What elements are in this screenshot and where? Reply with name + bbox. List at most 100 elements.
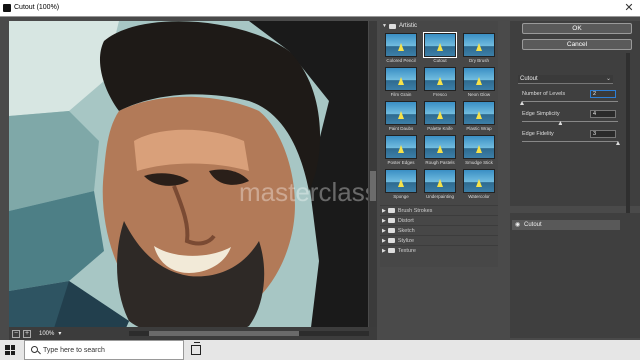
filter-thumbnail[interactable]: Cutout	[423, 32, 457, 64]
filter-label: Palette Knife	[427, 126, 453, 131]
filter-category-item[interactable]: ▶ Stylize	[380, 235, 498, 245]
folder-icon	[387, 218, 395, 223]
filter-thumbnail[interactable]: Neon Glow	[463, 67, 495, 98]
sailboat-icon	[437, 43, 443, 51]
chevron-down-icon[interactable]: ▼	[382, 23, 387, 29]
zoom-dropdown-icon[interactable]: ▾	[58, 330, 61, 337]
slider-track[interactable]	[522, 101, 618, 102]
zoom-in-button[interactable]: +	[23, 329, 31, 338]
filter-label: Underpainting	[425, 194, 455, 199]
filter-category-item[interactable]: ▶ Sketch	[380, 225, 498, 235]
chevron-right-icon[interactable]: ▶	[382, 228, 386, 234]
ok-button[interactable]: OK	[522, 23, 632, 34]
slider-value-input[interactable]: 3	[590, 130, 616, 138]
chevron-right-icon[interactable]: ▶	[382, 218, 386, 224]
filter-thumbnail-grid: Colored Pencil Cutout Dry Brush Film Grain F…	[380, 32, 498, 200]
window-title: Cutout (100%)	[14, 4, 60, 11]
scrollbar-thumb[interactable]	[370, 171, 376, 201]
sailboat-icon	[437, 179, 443, 187]
filter-preview-image	[385, 67, 417, 91]
filter-gallery-dialog: masterclass − + 100% ▾ ▼ Artistic Colore…	[0, 17, 640, 347]
sailboat-icon	[476, 43, 482, 51]
filter-thumbnail[interactable]: Plastic Wrap	[463, 101, 495, 132]
filter-thumbnail[interactable]: Dry Brush	[463, 33, 495, 64]
filter-thumbnail[interactable]: Underpainting	[424, 169, 456, 200]
effect-layers-panel	[510, 213, 640, 338]
chevron-right-icon[interactable]: ▶	[382, 208, 386, 214]
group-label: Artistic	[398, 23, 417, 29]
category-label: Stylize	[397, 237, 415, 244]
filter-thumbnail[interactable]: Watercolor	[463, 169, 495, 200]
taskbar-search-box[interactable]: Type here to search	[24, 340, 184, 360]
eye-icon[interactable]: ◉	[515, 220, 520, 230]
chevron-down-icon: ⌄	[605, 76, 611, 82]
filter-label: Watercolor	[468, 194, 490, 199]
artistic-group-header[interactable]: ▼ Artistic	[380, 21, 498, 31]
filter-category-list: ▶ Brush Strokes ▶ Distort ▶ Sketch ▶ Stylize ▶ Te…	[380, 205, 498, 255]
slider-track[interactable]	[522, 121, 618, 122]
filter-select[interactable]: Cutout ⌄	[518, 75, 613, 84]
slider-value-input[interactable]: 2	[590, 90, 616, 98]
cancel-button[interactable]: Cancel	[522, 39, 632, 50]
scrollbar-thumb[interactable]	[149, 331, 299, 336]
preview-horizontal-scrollbar[interactable]	[129, 331, 369, 336]
filter-label: Cutout	[433, 58, 447, 63]
filter-preview-image	[424, 135, 456, 159]
filter-preview-image	[385, 169, 417, 193]
close-icon[interactable]: ✕	[618, 0, 640, 17]
filter-label: Poster Edges	[387, 160, 415, 165]
preview-canvas[interactable]: masterclass	[9, 21, 368, 344]
zoom-level[interactable]: 100%	[39, 331, 54, 337]
filter-thumbnail[interactable]: Poster Edges	[385, 135, 417, 166]
sailboat-icon	[398, 111, 404, 119]
filter-select-value: Cutout	[520, 76, 538, 82]
folder-icon	[387, 228, 395, 233]
filter-preview-image	[385, 101, 417, 125]
search-placeholder: Type here to search	[43, 347, 105, 354]
filter-preview-image	[385, 33, 417, 57]
filter-label: Fresco	[433, 92, 447, 97]
slider-label: Number of Levels	[522, 91, 566, 97]
category-label: Distort	[397, 217, 414, 224]
zoom-out-button[interactable]: −	[12, 329, 20, 338]
category-label: Sketch	[397, 227, 415, 234]
filter-thumbnail[interactable]: Rough Pastels	[424, 135, 456, 166]
chevron-right-icon[interactable]: ▶	[382, 238, 386, 244]
windows-taskbar: Type here to search	[0, 340, 640, 360]
filter-category-item[interactable]: ▶ Texture	[380, 245, 498, 255]
filter-label: Film Grain	[390, 92, 412, 97]
filter-thumbnail[interactable]: Fresco	[424, 67, 456, 98]
preview-image: masterclass	[9, 21, 368, 344]
filter-category-item[interactable]: ▶ Distort	[380, 215, 498, 225]
title-bar: Cutout (100%) ✕	[0, 0, 640, 17]
filter-label: Dry Brush	[468, 58, 489, 63]
folder-icon	[388, 23, 396, 29]
windows-start-icon[interactable]	[5, 345, 15, 355]
slider-value-input[interactable]: 4	[590, 110, 616, 118]
filter-gallery-panel: ▼ Artistic Colored Pencil Cutout Dry Brush…	[380, 21, 498, 267]
sailboat-icon	[398, 145, 404, 153]
filter-thumbnail[interactable]: Colored Pencil	[385, 33, 417, 64]
filter-thumbnail[interactable]: Sponge	[385, 169, 417, 200]
filter-label: Sponge	[393, 194, 409, 199]
sailboat-icon	[398, 179, 404, 187]
category-label: Brush Strokes	[397, 207, 433, 214]
filter-category-item[interactable]: ▶ Brush Strokes	[380, 205, 498, 215]
slider-track[interactable]	[522, 141, 618, 142]
filter-thumbnail[interactable]: Film Grain	[385, 67, 417, 98]
task-view-icon[interactable]	[191, 342, 201, 355]
preview-vertical-scrollbar[interactable]	[369, 21, 377, 343]
sailboat-icon	[476, 145, 482, 153]
folder-icon	[387, 248, 395, 253]
sailboat-icon	[437, 111, 443, 119]
preview-zoom-bar: − + 100% ▾	[9, 327, 377, 340]
filter-thumbnail[interactable]: Smudge Stick	[463, 135, 495, 166]
effect-layer-row[interactable]: ◉ Cutout	[512, 220, 620, 230]
folder-icon	[387, 208, 395, 213]
filter-thumbnail[interactable]: Paint Daubs	[385, 101, 417, 132]
slider-label: Edge Fidelity	[522, 131, 554, 137]
chevron-right-icon[interactable]: ▶	[382, 248, 386, 254]
filter-thumbnail[interactable]: Palette Knife	[424, 101, 456, 132]
filter-preview-image	[463, 135, 495, 159]
filter-preview-image	[424, 67, 456, 91]
